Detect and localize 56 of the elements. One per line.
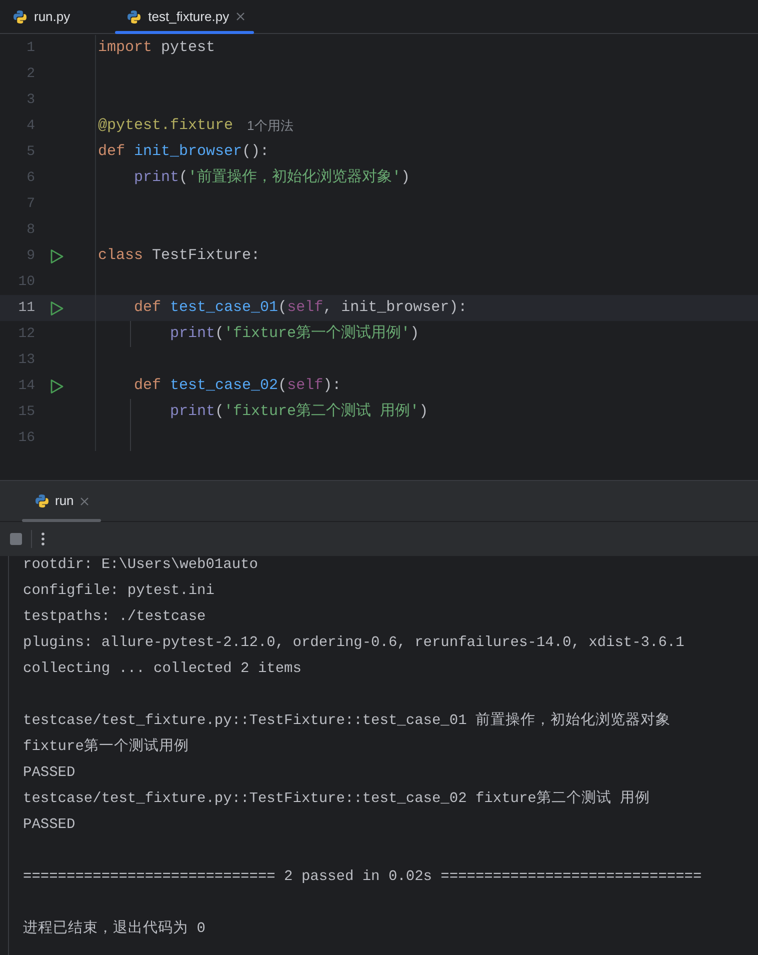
console-line: ============================= 2 passed in 0.02s ============================== bbox=[23, 868, 702, 887]
console-line: PASSED bbox=[23, 816, 76, 835]
usage-hint[interactable]: 1个用法 bbox=[247, 116, 294, 136]
python-file-icon bbox=[13, 10, 27, 24]
code-token: ( bbox=[215, 402, 224, 422]
console-line: 进程已结束，退出代码为 0 bbox=[23, 919, 206, 939]
run-icon[interactable] bbox=[50, 378, 64, 394]
code-token: print bbox=[169, 402, 216, 422]
code-token: test_case_02 bbox=[169, 376, 278, 396]
console-line: collecting ... collected 2 items bbox=[23, 660, 302, 679]
close-icon[interactable] bbox=[80, 496, 89, 506]
console-line: fixture第一个测试用例 bbox=[23, 737, 190, 757]
code-token: def bbox=[98, 142, 126, 162]
line-number: 11 bbox=[17, 298, 35, 318]
code-token: ( bbox=[179, 168, 188, 188]
code-token: class bbox=[98, 246, 144, 266]
code-token: def bbox=[133, 376, 162, 396]
code-token: test_case_01 bbox=[169, 298, 278, 318]
code-token: ( bbox=[215, 324, 224, 344]
code-token: (): bbox=[242, 142, 270, 162]
file-tab[interactable]: run.py bbox=[0, 0, 114, 33]
code-token: print bbox=[133, 168, 180, 188]
code-token: pytest bbox=[160, 38, 216, 58]
code-token: ): bbox=[323, 376, 342, 396]
more-icon[interactable] bbox=[41, 532, 45, 546]
run-icon[interactable] bbox=[50, 248, 64, 264]
code-token: init_browser bbox=[133, 142, 242, 162]
code-token: ) bbox=[410, 324, 420, 344]
console-line: rootdir: E:\Users\web01auto bbox=[23, 556, 259, 575]
code-token: 'fixture第二个测试 用例' bbox=[224, 402, 420, 422]
code-token: @pytest.fixture bbox=[98, 116, 234, 136]
code-token: '前置操作，初始化浏览器对象' bbox=[188, 168, 402, 188]
code-token: ) bbox=[401, 168, 410, 188]
code-token: print bbox=[169, 324, 216, 344]
code-token: def bbox=[133, 298, 162, 318]
console-line: PASSED bbox=[23, 764, 76, 783]
code-token: import bbox=[98, 38, 152, 58]
run-icon[interactable] bbox=[50, 300, 64, 316]
code-token: , init_browser): bbox=[323, 298, 468, 318]
console-line: testcase/test_fixture.py::TestFixture::test_case_01 前置操作，初始化浏览器对象 bbox=[23, 710, 672, 731]
close-icon[interactable] bbox=[236, 12, 246, 21]
code-token: self bbox=[287, 376, 324, 396]
console-line: testcase/test_fixture.py::TestFixture::test_case_02 fixture第二个测试 用例 bbox=[23, 789, 652, 809]
console-line: plugins: allure-pytest-2.12.0, ordering-0.6, rerunfailures-14.0, xdist-3.6.1 bbox=[23, 634, 686, 653]
code-token: TestFixture: bbox=[151, 246, 260, 266]
console-line: configfile: pytest.ini bbox=[23, 582, 216, 601]
run-tab[interactable]: run bbox=[22, 481, 101, 521]
console-line: testpaths: ./testcase bbox=[23, 608, 207, 627]
code-token: ) bbox=[419, 402, 428, 422]
code-token: ( bbox=[278, 298, 288, 318]
code-token: self bbox=[287, 298, 324, 318]
code-token: 'fixture第一个测试用例' bbox=[224, 324, 410, 344]
file-tab[interactable]: test_fixture.py bbox=[114, 0, 256, 33]
code-token: ( bbox=[278, 376, 288, 396]
python-file-icon bbox=[127, 10, 142, 24]
python-file-icon bbox=[35, 494, 49, 508]
